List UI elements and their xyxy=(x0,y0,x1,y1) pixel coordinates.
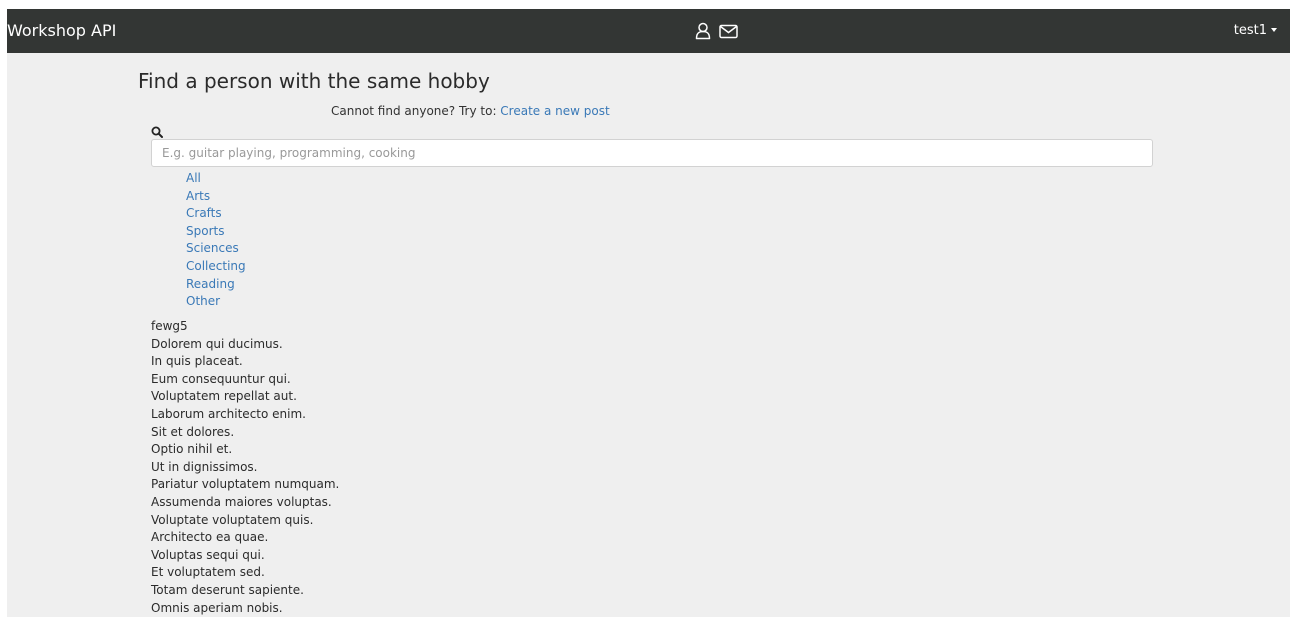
category-link-sciences[interactable]: Sciences xyxy=(186,241,239,255)
category-list: All Arts Crafts Sports Sciences Collecti… xyxy=(186,170,246,311)
category-item: Other xyxy=(186,293,246,311)
search-input[interactable] xyxy=(151,139,1153,167)
create-post-link[interactable]: Create a new post xyxy=(500,104,609,118)
app-frame: Workshop API test1 Find a person with th… xyxy=(7,9,1290,617)
category-item: Sports xyxy=(186,223,246,241)
results-list: fewg5 Dolorem qui ducimus. In quis place… xyxy=(151,318,339,617)
category-link-other[interactable]: Other xyxy=(186,294,220,308)
category-item: Collecting xyxy=(186,258,246,276)
result-item: Dolorem qui ducimus. xyxy=(151,336,283,351)
result-item: Pariatur voluptatem numquam. xyxy=(151,477,340,492)
category-link-arts[interactable]: Arts xyxy=(186,189,210,203)
page-title: Find a person with the same hobby xyxy=(138,69,490,93)
category-link-crafts[interactable]: Crafts xyxy=(186,206,222,220)
user-dropdown[interactable]: test1 xyxy=(1234,9,1277,53)
result-item: Laborum architecto enim. xyxy=(151,406,306,421)
result-item: Ut in dignissimos. xyxy=(151,459,258,474)
result-item: Voluptas sequi qui. xyxy=(151,547,265,562)
brand-link[interactable]: Workshop API xyxy=(7,9,116,53)
result-item: Omnis aperiam nobis. xyxy=(151,600,283,615)
result-item: Architecto ea quae. xyxy=(151,530,269,545)
category-item: Reading xyxy=(186,276,246,294)
caret-down-icon xyxy=(1271,27,1277,32)
hint-text: Cannot find anyone? Try to: xyxy=(331,104,501,118)
username: test1 xyxy=(1233,23,1267,38)
result-item: Voluptatem repellat aut. xyxy=(151,389,297,404)
result-item: Et voluptatem sed. xyxy=(151,565,265,580)
category-link-all[interactable]: All xyxy=(186,171,201,185)
category-item: Arts xyxy=(186,188,246,206)
result-item: In quis placeat. xyxy=(151,354,243,369)
category-link-reading[interactable]: Reading xyxy=(186,277,235,291)
result-item: fewg5 xyxy=(151,319,188,333)
create-post-hint: Cannot find anyone? Try to: Create a new… xyxy=(331,104,610,118)
category-item: All xyxy=(186,170,246,188)
category-item: Sciences xyxy=(186,240,246,258)
nav-icons xyxy=(695,20,738,42)
category-link-sports[interactable]: Sports xyxy=(186,224,224,238)
result-item: Eum consequuntur qui. xyxy=(151,371,291,386)
category-item: Crafts xyxy=(186,205,246,223)
result-item: Totam deserunt sapiente. xyxy=(151,582,304,597)
result-item: Assumenda maiores voluptas. xyxy=(151,494,332,509)
result-item: Optio nihil et. xyxy=(151,442,233,457)
result-item: Voluptate voluptatem quis. xyxy=(151,512,314,527)
user-icon[interactable] xyxy=(695,22,711,40)
result-item: Sit et dolores. xyxy=(151,424,235,439)
navbar: Workshop API test1 xyxy=(7,9,1290,53)
envelope-icon[interactable] xyxy=(719,24,738,39)
category-link-collecting[interactable]: Collecting xyxy=(186,259,246,273)
